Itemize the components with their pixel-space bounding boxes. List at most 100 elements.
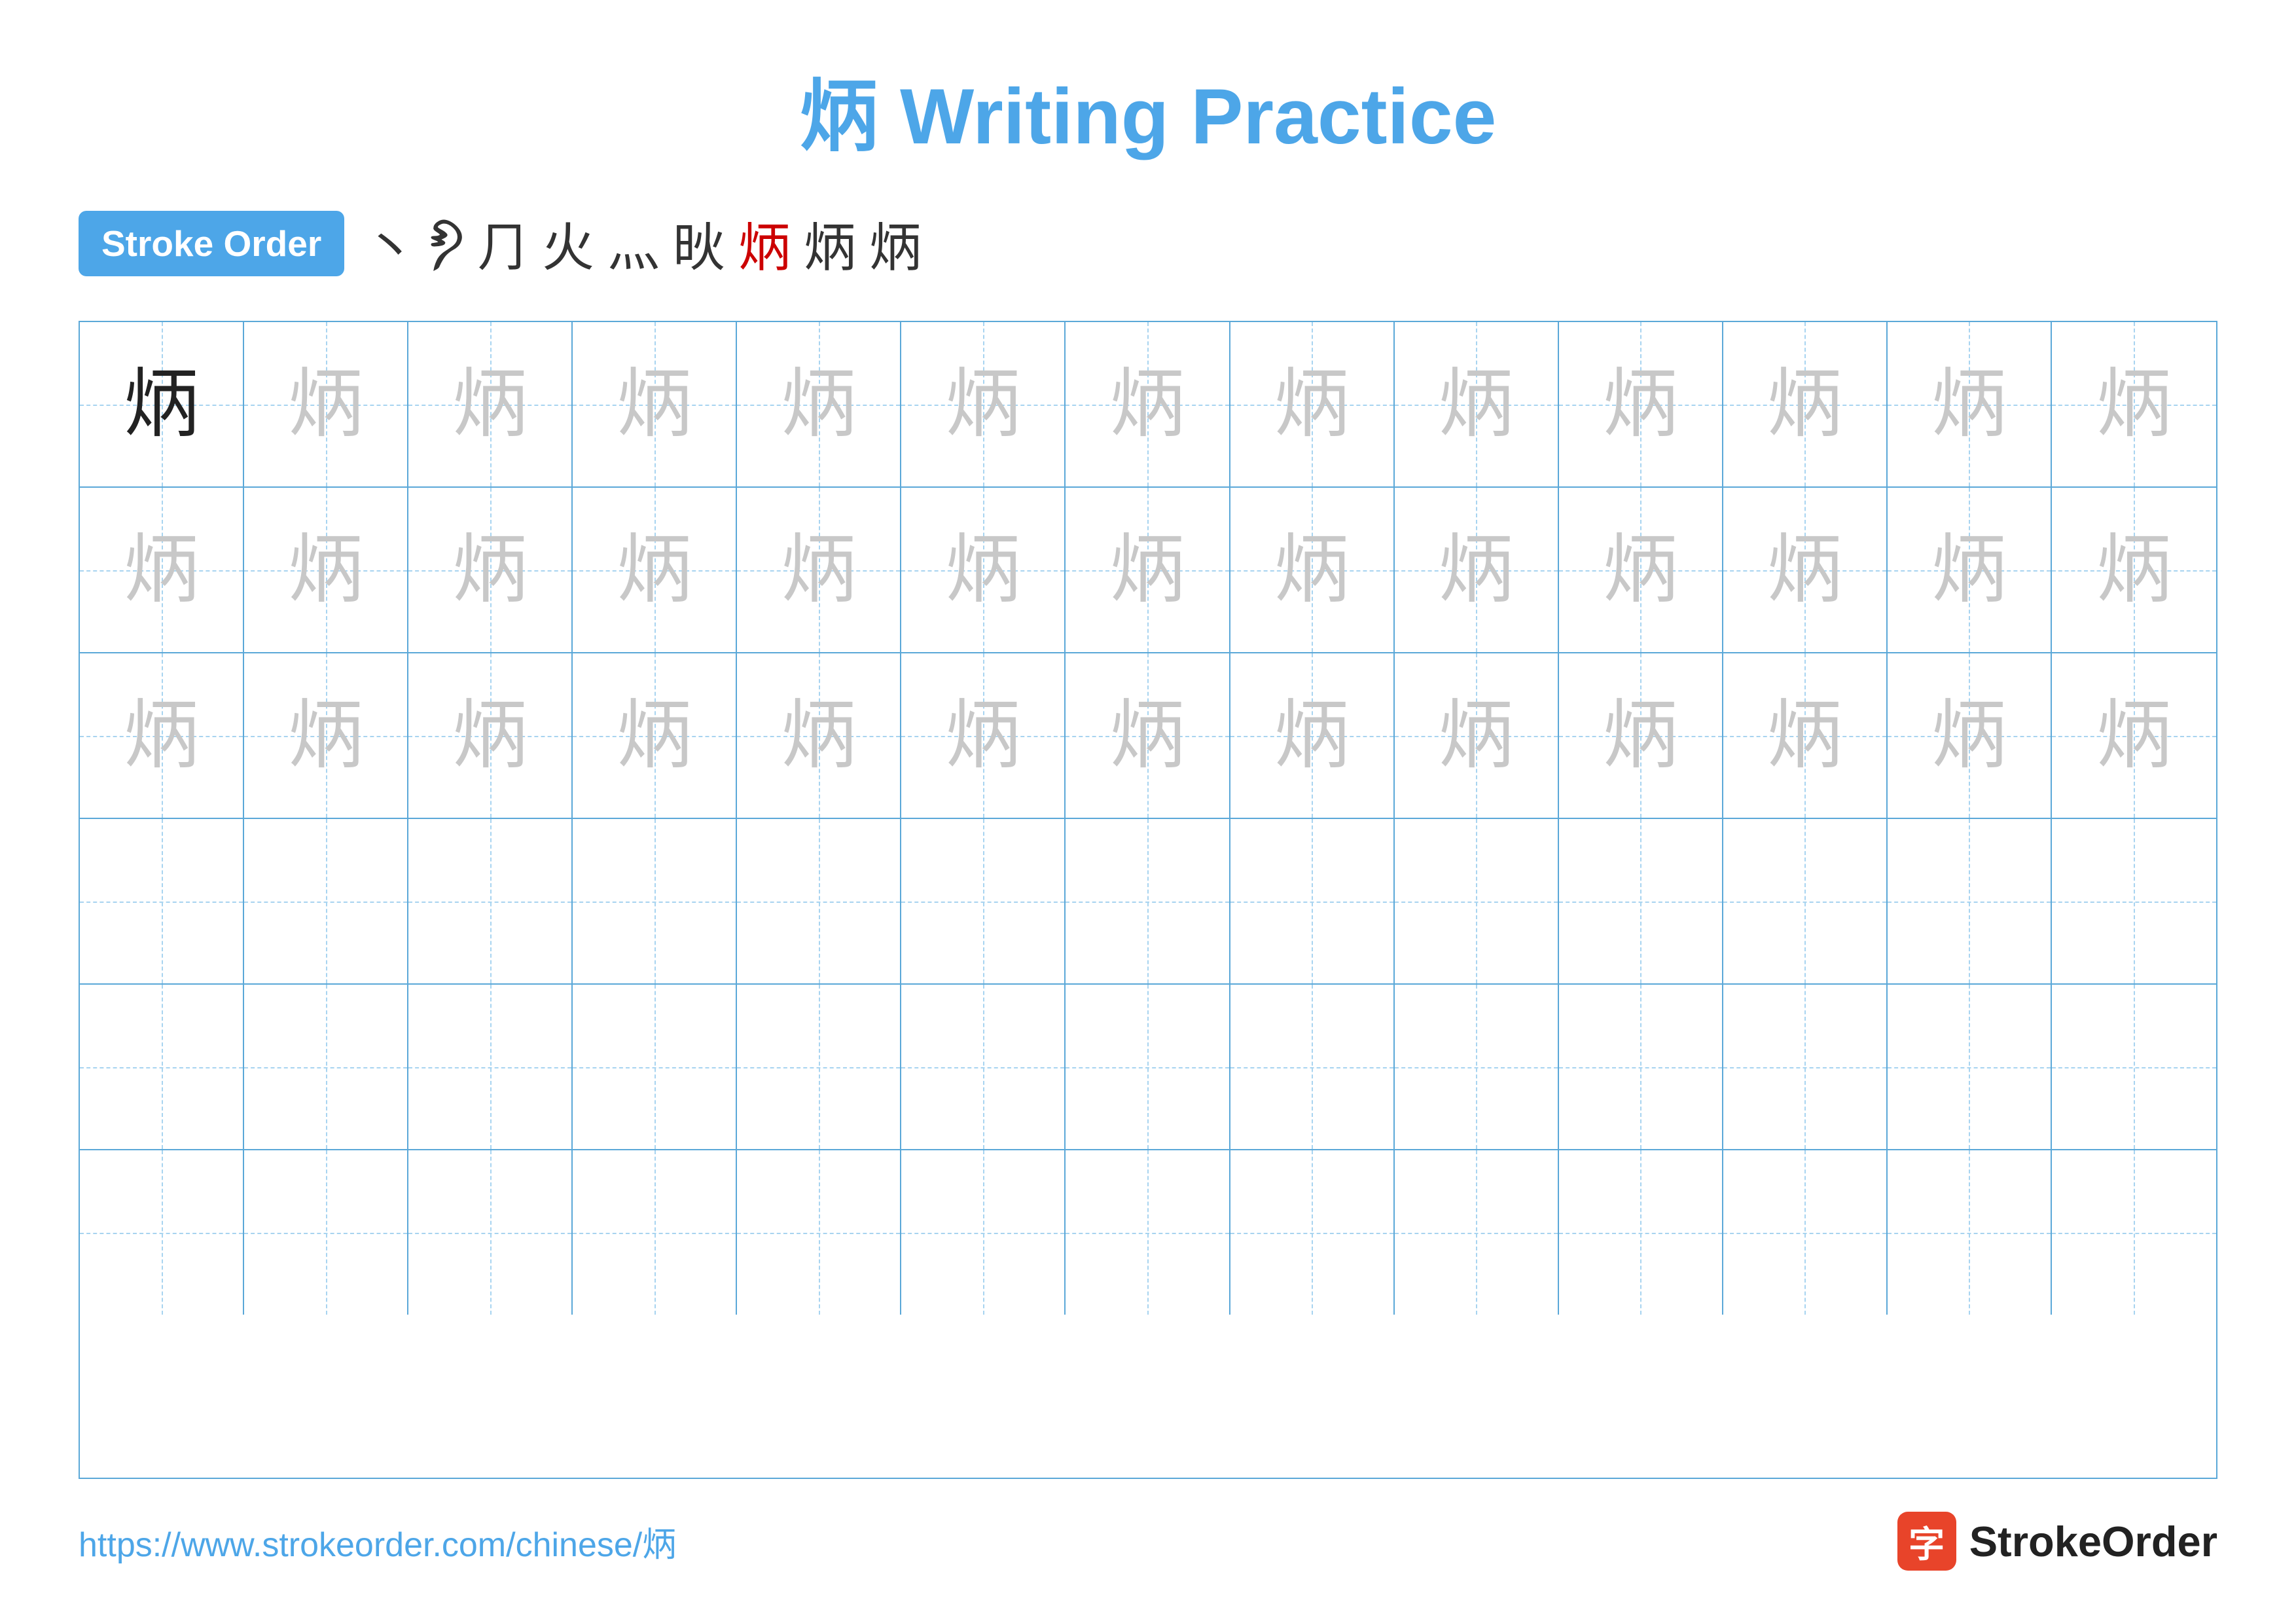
cell-r3c12[interactable]: 炳 xyxy=(1888,653,2052,818)
grid-row-5 xyxy=(80,985,2216,1150)
char-r1c6: 炳 xyxy=(945,367,1020,442)
cell-r5c4[interactable] xyxy=(573,985,737,1149)
grid-row-3: 炳 炳 炳 炳 炳 炳 炳 炳 炳 炳 炳 炳 炳 xyxy=(80,653,2216,819)
cell-r3c9[interactable]: 炳 xyxy=(1395,653,1559,818)
footer: https://www.strokeorder.com/chinese/炳 字 … xyxy=(79,1512,2217,1571)
cell-r5c2[interactable] xyxy=(244,985,408,1149)
cell-r1c12[interactable]: 炳 xyxy=(1888,322,2052,486)
grid-row-4 xyxy=(80,819,2216,985)
cell-r3c3[interactable]: 炳 xyxy=(408,653,573,818)
char-r1c10: 炳 xyxy=(1603,367,1678,442)
cell-r3c6[interactable]: 炳 xyxy=(901,653,1066,818)
cell-r2c4[interactable]: 炳 xyxy=(573,488,737,652)
cell-r6c2[interactable] xyxy=(244,1150,408,1315)
cell-r6c7[interactable] xyxy=(1066,1150,1230,1315)
cell-r2c3[interactable]: 炳 xyxy=(408,488,573,652)
cell-r6c13[interactable] xyxy=(2052,1150,2216,1315)
cell-r4c6[interactable] xyxy=(901,819,1066,983)
char-r1c4: 炳 xyxy=(617,367,692,442)
cell-r5c13[interactable] xyxy=(2052,985,2216,1149)
cell-r1c10[interactable]: 炳 xyxy=(1559,322,1723,486)
cell-r1c13[interactable]: 炳 xyxy=(2052,322,2216,486)
stroke-2: 𝀸 xyxy=(429,213,463,274)
stroke-order-badge: Stroke Order xyxy=(79,211,344,276)
cell-r1c5[interactable]: 炳 xyxy=(737,322,901,486)
cell-r1c1[interactable]: 炳 xyxy=(80,322,244,486)
cell-r6c11[interactable] xyxy=(1723,1150,1888,1315)
cell-r2c7[interactable]: 炳 xyxy=(1066,488,1230,652)
practice-grid: 炳 炳 炳 炳 炳 炳 炳 炳 炳 炳 炳 炳 炳 炳 炳 炳 炳 炳 炳 炳 … xyxy=(79,321,2217,1479)
cell-r2c1[interactable]: 炳 xyxy=(80,488,244,652)
cell-r4c11[interactable] xyxy=(1723,819,1888,983)
cell-r2c13[interactable]: 炳 xyxy=(2052,488,2216,652)
cell-r6c8[interactable] xyxy=(1230,1150,1395,1315)
cell-r1c9[interactable]: 炳 xyxy=(1395,322,1559,486)
cell-r5c11[interactable] xyxy=(1723,985,1888,1149)
cell-r2c10[interactable]: 炳 xyxy=(1559,488,1723,652)
cell-r6c5[interactable] xyxy=(737,1150,901,1315)
cell-r6c12[interactable] xyxy=(1888,1150,2052,1315)
cell-r5c3[interactable] xyxy=(408,985,573,1149)
cell-r3c5[interactable]: 炳 xyxy=(737,653,901,818)
cell-r1c7[interactable]: 炳 xyxy=(1066,322,1230,486)
cell-r5c9[interactable] xyxy=(1395,985,1559,1149)
cell-r4c7[interactable] xyxy=(1066,819,1230,983)
stroke-3: ⺆ xyxy=(476,206,529,282)
cell-r3c1[interactable]: 炳 xyxy=(80,653,244,818)
cell-r1c4[interactable]: 炳 xyxy=(573,322,737,486)
cell-r5c8[interactable] xyxy=(1230,985,1395,1149)
cell-r1c2[interactable]: 炳 xyxy=(244,322,408,486)
cell-r3c8[interactable]: 炳 xyxy=(1230,653,1395,818)
cell-r4c13[interactable] xyxy=(2052,819,2216,983)
cell-r5c1[interactable] xyxy=(80,985,244,1149)
cell-r1c8[interactable]: 炳 xyxy=(1230,322,1395,486)
cell-r6c4[interactable] xyxy=(573,1150,737,1315)
cell-r3c4[interactable]: 炳 xyxy=(573,653,737,818)
char-r1c2: 炳 xyxy=(288,367,363,442)
stroke-sequence: 丶 𝀸 ⺆ 火 灬 炚 炳 炳 炳 xyxy=(364,206,922,282)
cell-r5c10[interactable] xyxy=(1559,985,1723,1149)
cell-r6c3[interactable] xyxy=(408,1150,573,1315)
cell-r2c8[interactable]: 炳 xyxy=(1230,488,1395,652)
grid-row-1: 炳 炳 炳 炳 炳 炳 炳 炳 炳 炳 炳 炳 炳 xyxy=(80,322,2216,488)
cell-r3c10[interactable]: 炳 xyxy=(1559,653,1723,818)
cell-r4c9[interactable] xyxy=(1395,819,1559,983)
cell-r4c10[interactable] xyxy=(1559,819,1723,983)
cell-r2c12[interactable]: 炳 xyxy=(1888,488,2052,652)
cell-r2c9[interactable]: 炳 xyxy=(1395,488,1559,652)
cell-r4c3[interactable] xyxy=(408,819,573,983)
stroke-9: 炳 xyxy=(869,206,922,282)
cell-r4c8[interactable] xyxy=(1230,819,1395,983)
cell-r2c11[interactable]: 炳 xyxy=(1723,488,1888,652)
cell-r3c13[interactable]: 炳 xyxy=(2052,653,2216,818)
cell-r2c5[interactable]: 炳 xyxy=(737,488,901,652)
logo-char: 字 xyxy=(1909,1515,1945,1567)
cell-r4c12[interactable] xyxy=(1888,819,2052,983)
cell-r5c7[interactable] xyxy=(1066,985,1230,1149)
cell-r1c3[interactable]: 炳 xyxy=(408,322,573,486)
cell-r6c9[interactable] xyxy=(1395,1150,1559,1315)
cell-r6c6[interactable] xyxy=(901,1150,1066,1315)
cell-r1c11[interactable]: 炳 xyxy=(1723,322,1888,486)
char-r1c5: 炳 xyxy=(781,367,856,442)
char-r1c7: 炳 xyxy=(1109,367,1185,442)
cell-r1c6[interactable]: 炳 xyxy=(901,322,1066,486)
cell-r3c7[interactable]: 炳 xyxy=(1066,653,1230,818)
cell-r5c6[interactable] xyxy=(901,985,1066,1149)
cell-r4c4[interactable] xyxy=(573,819,737,983)
footer-url[interactable]: https://www.strokeorder.com/chinese/炳 xyxy=(79,1517,676,1566)
cell-r2c2[interactable]: 炳 xyxy=(244,488,408,652)
char-r1c3: 炳 xyxy=(452,367,528,442)
stroke-4: 火 xyxy=(542,206,594,282)
cell-r5c5[interactable] xyxy=(737,985,901,1149)
cell-r2c6[interactable]: 炳 xyxy=(901,488,1066,652)
cell-r3c2[interactable]: 炳 xyxy=(244,653,408,818)
cell-r4c2[interactable] xyxy=(244,819,408,983)
cell-r3c11[interactable]: 炳 xyxy=(1723,653,1888,818)
cell-r6c1[interactable] xyxy=(80,1150,244,1315)
cell-r5c12[interactable] xyxy=(1888,985,2052,1149)
cell-r4c1[interactable] xyxy=(80,819,244,983)
cell-r4c5[interactable] xyxy=(737,819,901,983)
cell-r6c10[interactable] xyxy=(1559,1150,1723,1315)
page-title: 炳 Writing Practice xyxy=(800,52,1497,166)
